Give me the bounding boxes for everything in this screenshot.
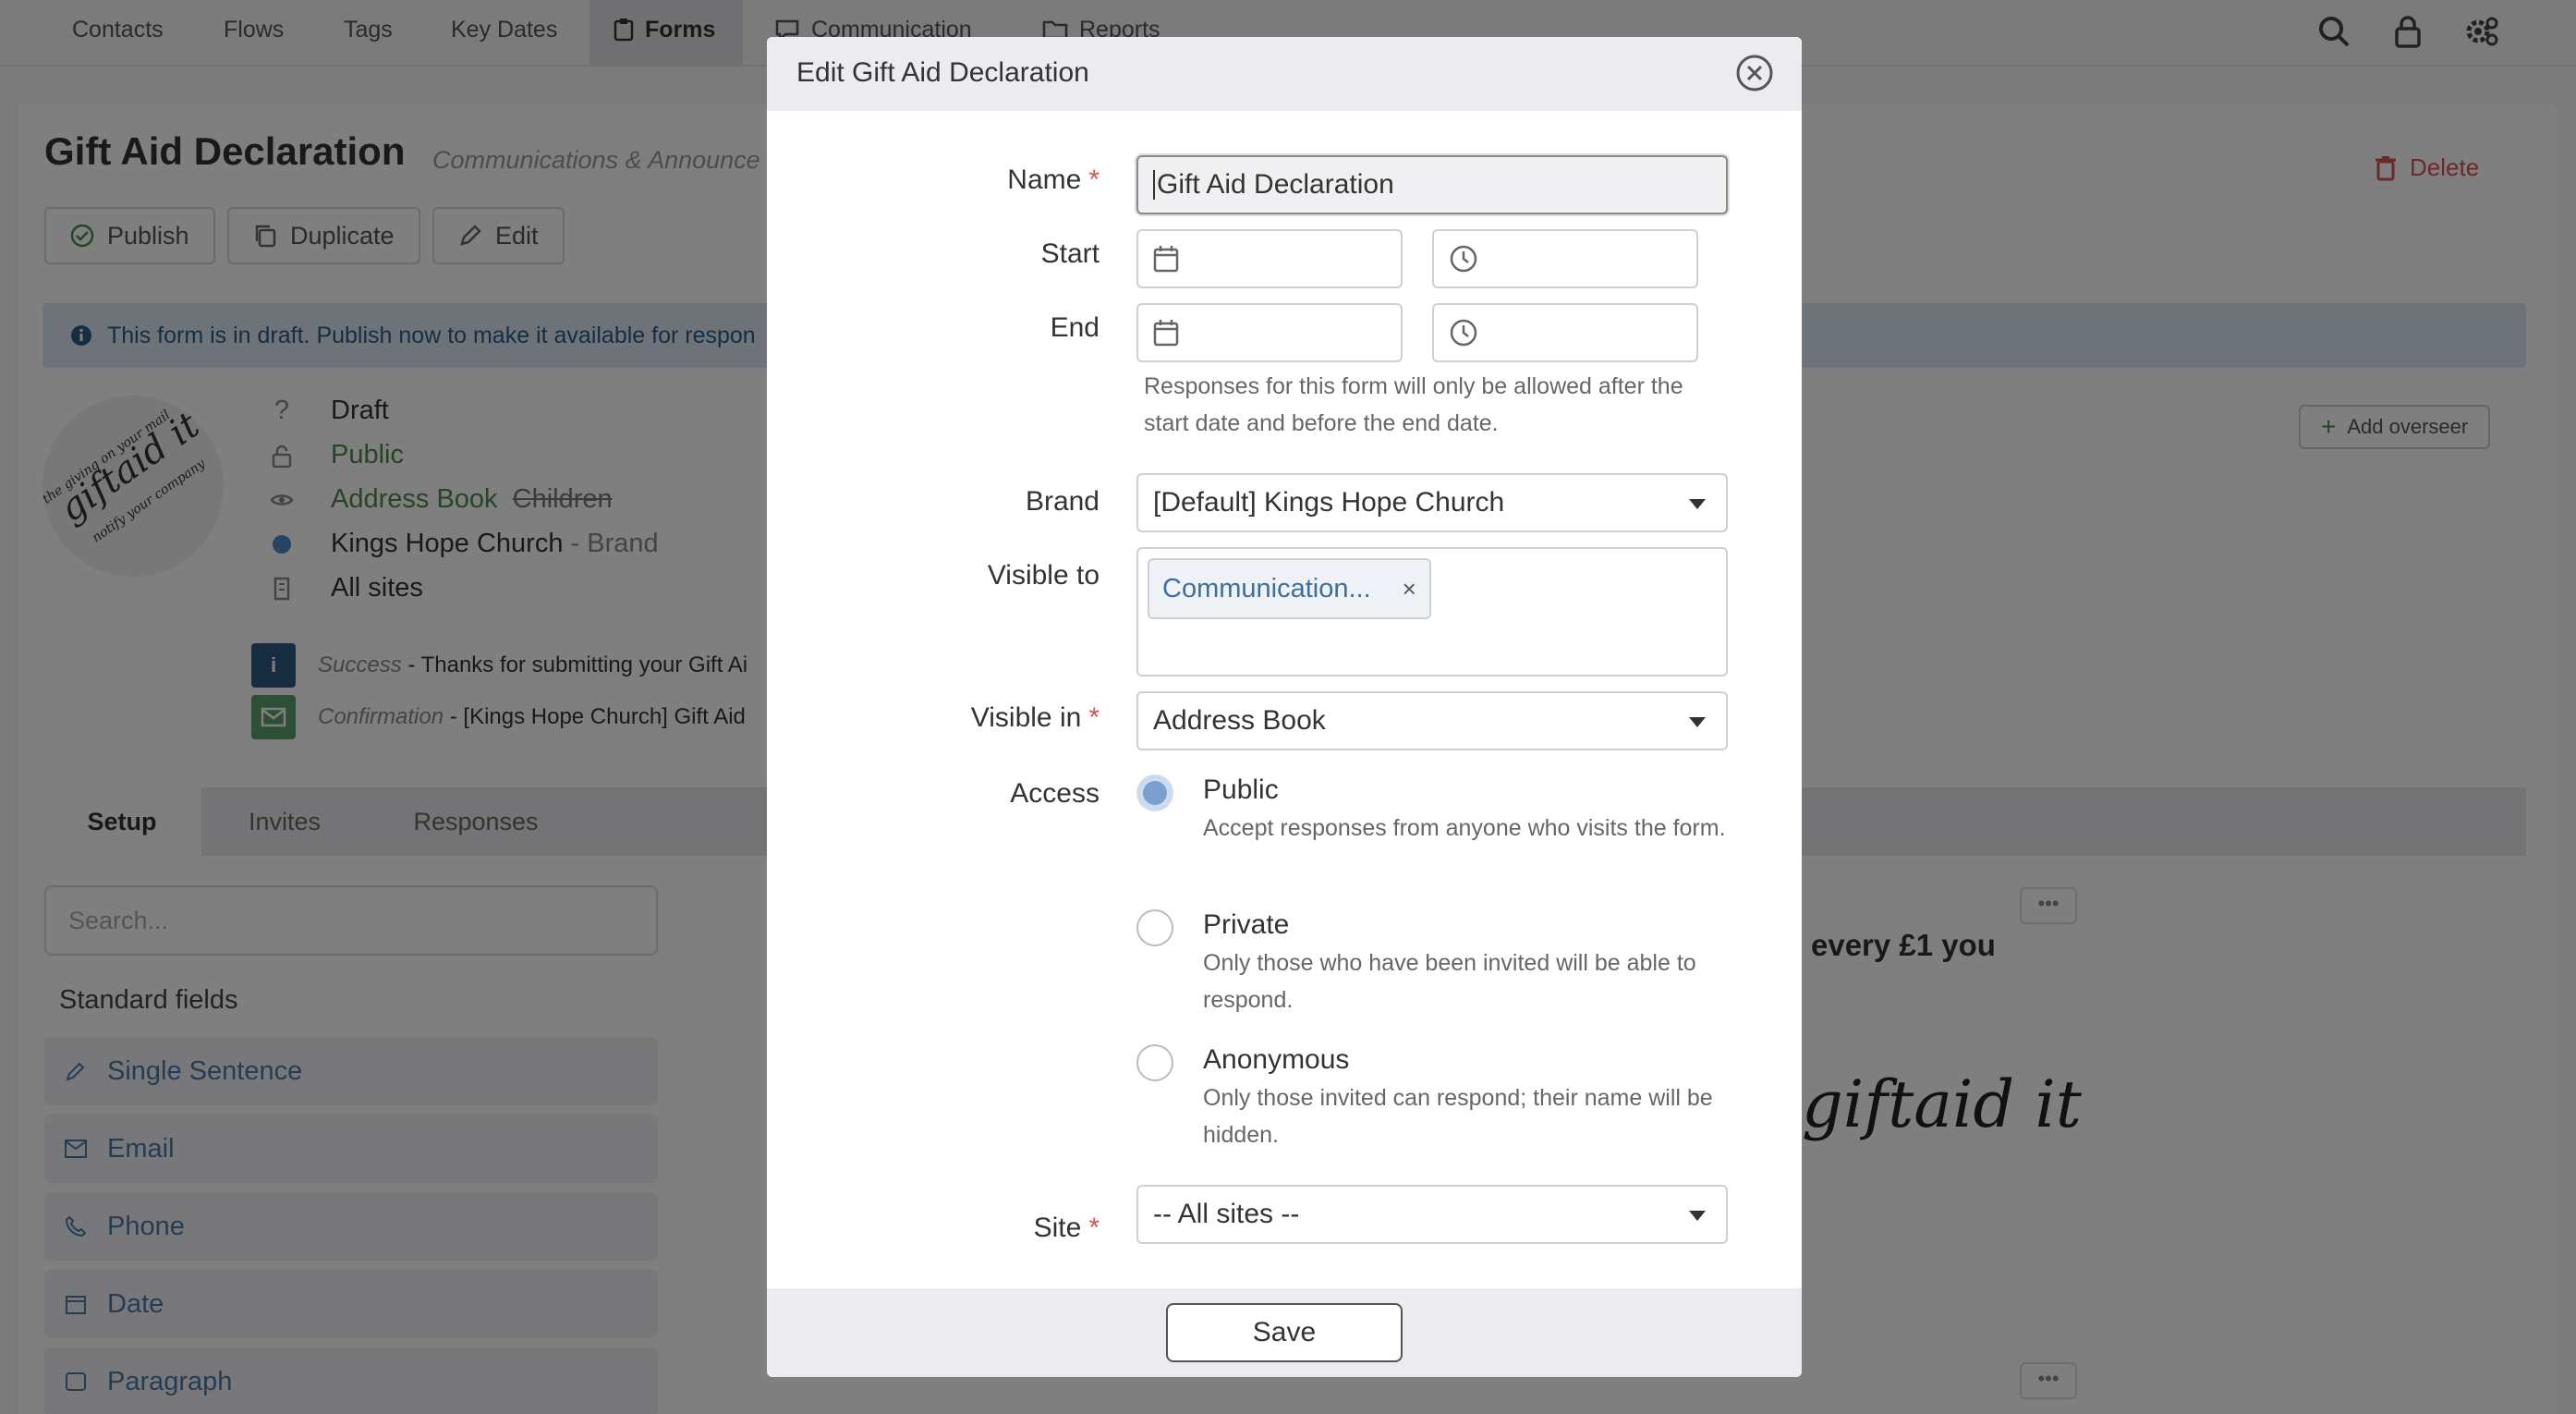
caret-down-icon xyxy=(1689,1211,1706,1221)
remove-tag-icon[interactable]: × xyxy=(1403,575,1416,603)
close-icon[interactable] xyxy=(1735,54,1774,92)
access-private-desc: Only those who have been invited will be… xyxy=(1203,950,1696,1013)
access-label: Access xyxy=(1010,778,1100,809)
visible-in-label: Visible in * xyxy=(970,702,1100,733)
access-public-radio[interactable] xyxy=(1136,774,1173,811)
end-time-input[interactable] xyxy=(1432,303,1698,362)
start-time-input[interactable] xyxy=(1432,229,1698,288)
end-date-input[interactable] xyxy=(1136,303,1403,362)
access-anonymous-radio[interactable] xyxy=(1136,1044,1173,1081)
visible-to-tag: Communication... × xyxy=(1148,558,1431,619)
visible-to-label: Visible to xyxy=(987,560,1100,591)
site-label: Site * xyxy=(1033,1213,1100,1243)
site-select[interactable]: -- All sites -- xyxy=(1136,1185,1728,1244)
name-input[interactable]: Gift Aid Declaration xyxy=(1136,155,1728,214)
edit-form-modal: Edit Gift Aid Declaration Name * Gift Aid… xyxy=(767,37,1802,1377)
visible-in-select[interactable]: Address Book xyxy=(1136,691,1728,750)
brand-label: Brand xyxy=(1025,486,1100,517)
visible-to-tag-input[interactable]: Communication... × xyxy=(1136,547,1728,677)
access-anonymous-title: Anonymous xyxy=(1203,1044,1350,1075)
access-anonymous-desc: Only those invited can respond; their na… xyxy=(1203,1085,1713,1148)
brand-select[interactable]: [Default] Kings Hope Church xyxy=(1136,473,1728,532)
caret-down-icon xyxy=(1689,717,1706,727)
save-button[interactable]: Save xyxy=(1166,1303,1403,1362)
calendar-icon xyxy=(1153,320,1179,347)
name-label: Name * xyxy=(1007,165,1100,195)
access-private-radio[interactable] xyxy=(1136,909,1173,946)
modal-title: Edit Gift Aid Declaration xyxy=(796,57,1089,88)
modal-footer: Save xyxy=(767,1288,1802,1377)
start-label: Start xyxy=(1040,238,1100,269)
access-private-title: Private xyxy=(1203,909,1290,940)
date-help-text: Responses for this form will only be all… xyxy=(1144,373,1683,436)
access-public-desc: Accept responses from anyone who visits … xyxy=(1203,815,1726,841)
access-public-title: Public xyxy=(1203,774,1279,805)
start-date-input[interactable] xyxy=(1136,229,1403,288)
caret-down-icon xyxy=(1689,499,1706,509)
calendar-icon xyxy=(1153,246,1179,273)
end-label: End xyxy=(1050,312,1100,343)
clock-icon xyxy=(1450,319,1477,347)
clock-icon xyxy=(1450,245,1477,273)
modal-header: Edit Gift Aid Declaration xyxy=(767,37,1802,111)
